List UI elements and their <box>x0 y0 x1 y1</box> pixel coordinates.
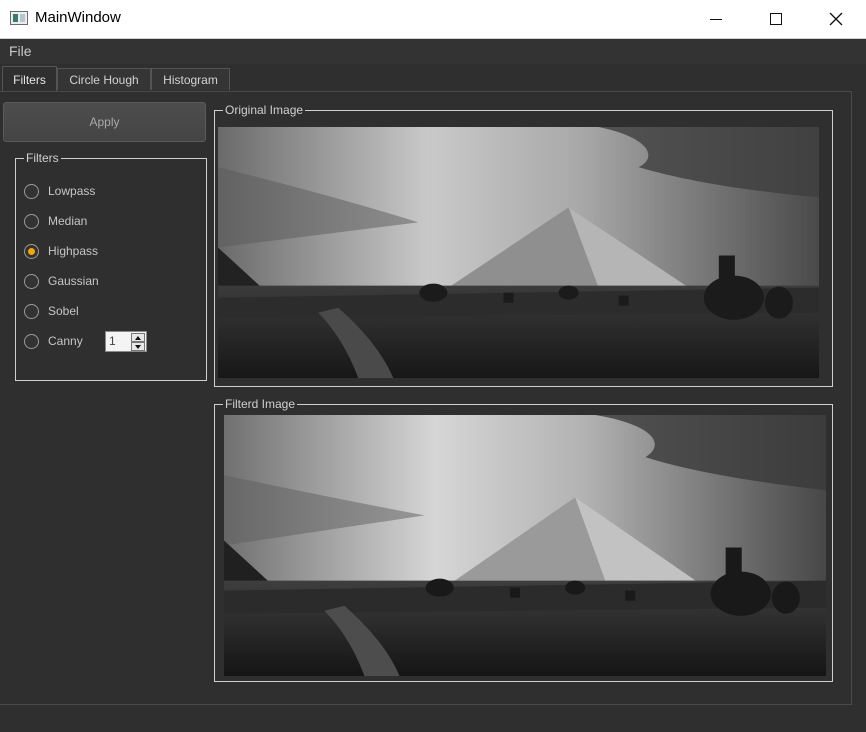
original-image <box>218 127 819 378</box>
radio-label: Canny <box>48 334 83 348</box>
filtered-image-title: Filterd Image <box>223 396 298 412</box>
menu-bar: File <box>0 39 866 64</box>
filters-group-title: Filters <box>24 150 61 166</box>
minimize-button[interactable] <box>686 0 746 38</box>
canny-spinbox-value[interactable]: 1 <box>109 334 116 348</box>
radio-gaussian[interactable]: Gaussian <box>24 271 99 291</box>
radio-button[interactable] <box>24 183 39 199</box>
filtered-image <box>224 415 826 676</box>
spin-down-arrow-icon[interactable] <box>131 342 145 351</box>
apply-button[interactable]: Apply <box>3 102 206 142</box>
radio-button[interactable] <box>24 213 39 229</box>
spin-up-arrow-icon[interactable] <box>131 333 145 342</box>
radio-label: Gaussian <box>48 274 99 288</box>
radio-label: Median <box>48 214 88 228</box>
tab-filters[interactable]: Filters <box>2 66 57 92</box>
menu-file[interactable]: File <box>9 43 32 59</box>
title-bar: MainWindow <box>0 0 866 39</box>
radio-label: Sobel <box>48 304 79 318</box>
original-image-title: Original Image <box>223 102 306 118</box>
maximize-button[interactable] <box>746 0 806 38</box>
close-icon <box>829 12 843 26</box>
radio-label: Highpass <box>48 244 99 258</box>
original-image-groupbox: Original Image <box>214 102 833 387</box>
radio-canny[interactable]: Canny <box>24 331 83 351</box>
radio-lowpass[interactable]: Lowpass <box>24 181 95 201</box>
canny-spinbox[interactable]: 1 <box>105 331 147 352</box>
app-icon <box>10 11 28 25</box>
status-bar <box>0 706 866 732</box>
maximize-icon <box>770 13 782 25</box>
radio-sobel[interactable]: Sobel <box>24 301 79 321</box>
radio-button[interactable] <box>24 333 39 349</box>
radio-highpass[interactable]: Highpass <box>24 241 98 261</box>
filters-groupbox: Filters Lowpass Median Highpass Gaussian… <box>15 150 207 381</box>
filtered-image-groupbox: Filterd Image <box>214 396 833 682</box>
radio-button[interactable] <box>24 303 39 319</box>
radio-label: Lowpass <box>48 184 96 198</box>
radio-button[interactable] <box>24 273 39 289</box>
tab-histogram[interactable]: Histogram <box>151 68 230 90</box>
minimize-icon <box>710 18 722 20</box>
radio-median[interactable]: Median <box>24 211 87 231</box>
close-button[interactable] <box>806 0 866 38</box>
radio-button[interactable] <box>24 243 39 259</box>
tab-circle-hough[interactable]: Circle Hough <box>57 68 151 90</box>
window-title: MainWindow <box>35 9 121 26</box>
